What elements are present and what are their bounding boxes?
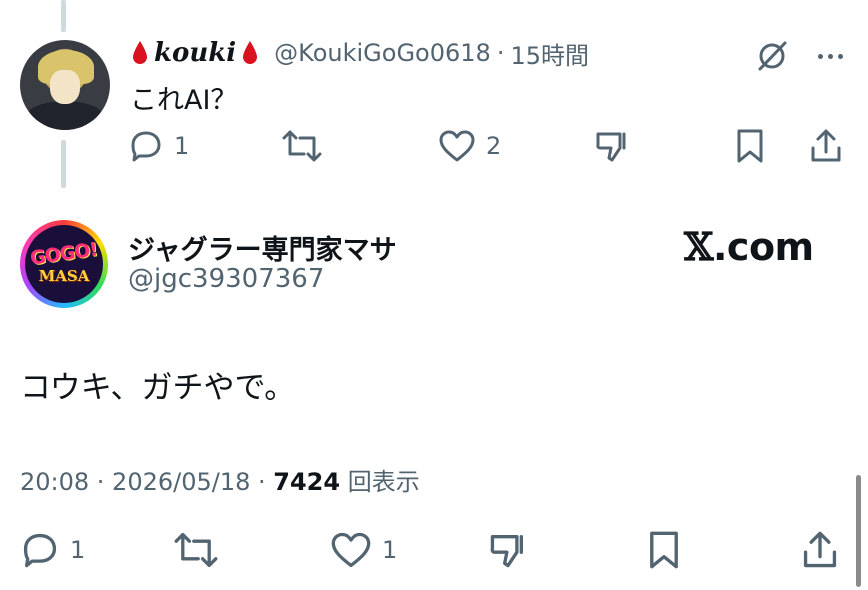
reply-avatar[interactable] [20,40,110,130]
dislike-button[interactable] [594,128,630,164]
main-share-button[interactable] [800,530,840,570]
main-like-count: 1 [382,536,398,564]
reply-button[interactable]: 1 [128,128,189,164]
xcom-watermark: 𝕏.com [684,224,814,269]
share-button[interactable] [808,128,844,164]
reply-handle[interactable]: @KoukiGoGo0618 [274,39,491,67]
main-text: コウキ、ガチやで。 [20,370,296,406]
main-dislike-button[interactable] [488,530,528,570]
like-icon [331,532,371,568]
bookmark-button[interactable] [734,128,766,164]
thread-line-top [61,0,66,32]
bookmark-icon [737,129,763,163]
x-logo: 𝕏 [684,224,713,269]
reply-text: これAI？ [130,85,238,116]
dislike-icon [596,132,626,162]
main-reply-count: 1 [70,536,86,564]
retweet-icon [282,130,322,162]
like-icon [439,130,475,162]
like-button[interactable]: 2 [438,128,501,164]
reply-time[interactable]: 15時間 [510,36,589,71]
tweet-timestamp[interactable]: 20:08 · 2026/05/18 · [20,468,273,496]
reply-header: 𝒌𝒐𝒖𝒌𝒊 @KoukiGoGo0618 · 15時間 [132,36,589,70]
bookmark-icon [650,531,678,569]
avatar-logo-top: GOGO! [29,238,99,270]
grok-icon[interactable] [754,38,790,74]
view-count: 7424 [273,468,341,496]
main-handle[interactable]: @jgc39307367 [128,264,324,294]
scrollbar[interactable] [856,475,861,587]
thread-line-bottom [61,140,66,188]
reply-icon [131,131,161,162]
separator-dot: · [496,39,505,67]
dislike-icon [490,535,523,568]
xcom-text: .com [712,225,814,269]
tweet-meta: 20:08 · 2026/05/18 · 7424 回表示 [20,462,420,497]
main-like-button[interactable]: 1 [330,530,397,570]
retweet-button[interactable] [282,128,322,164]
reply-author-name[interactable]: 𝒌𝒐𝒖𝒌𝒊 [154,38,236,68]
main-retweet-button[interactable] [174,530,218,570]
blood-drop-icon [133,41,147,64]
view-count-label: 回表示 [340,468,420,496]
share-icon [803,531,837,568]
main-reply-button[interactable]: 1 [20,530,85,570]
more-icon[interactable] [810,38,850,74]
avatar-logo-bottom: MASA [38,267,90,285]
main-bookmark-button[interactable] [646,530,682,570]
main-avatar[interactable]: GOGO! MASA [20,220,108,308]
blood-drop-icon [243,41,258,64]
retweet-icon [174,532,218,568]
like-count: 2 [486,132,502,160]
reply-count: 1 [174,132,190,160]
tweet-thread: 𝒌𝒐𝒖𝒌𝒊 @KoukiGoGo0618 · 15時間 これAI？ 1 2 GO… [0,0,868,590]
main-author-name[interactable]: ジャグラー専門家マサ [128,228,397,267]
reply-icon [23,533,57,568]
share-icon [811,129,841,162]
